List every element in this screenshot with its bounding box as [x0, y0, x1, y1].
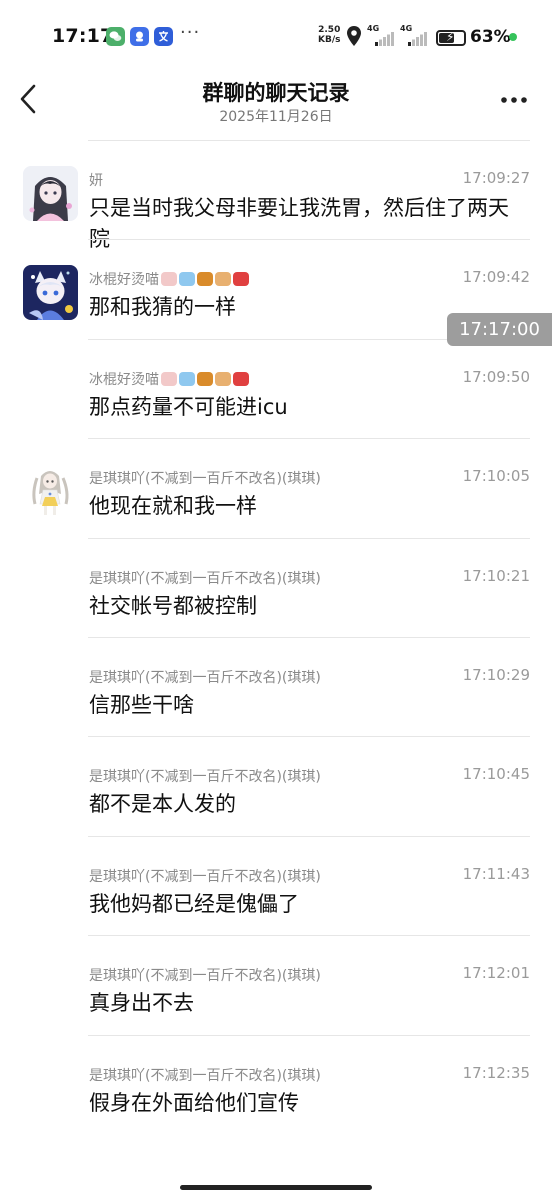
header: 群聊的聊天记录 2025年11月26日 — [0, 72, 552, 140]
message-sender-name: 是琪琪吖(不减到一百斤不改名)(琪琪) — [89, 570, 321, 587]
message-text[interactable]: 真身出不去 — [89, 988, 529, 1019]
message-sender-name: 冰棍好烫喵 — [89, 371, 159, 388]
message-text[interactable]: 都不是本人发的 — [89, 789, 529, 820]
page-date: 2025年11月26日 — [219, 109, 333, 125]
charging-bolt-icon: ⚡ — [446, 30, 455, 44]
more-options-button[interactable] — [498, 86, 530, 114]
battery-icon: ⚡ — [436, 30, 466, 46]
battery-percent: 63% — [470, 27, 511, 47]
dango-emoji-icon — [161, 272, 177, 287]
wechat-app-icon — [106, 27, 125, 46]
burger-emoji-icon — [197, 272, 213, 287]
message-sender: 是琪琪吖(不减到一百斤不改名)(琪琪) — [89, 866, 321, 886]
avatar-chibi[interactable] — [23, 464, 78, 520]
pill-emoji-icon — [233, 371, 249, 386]
message-divider — [88, 637, 530, 638]
message-divider — [88, 835, 530, 837]
ice-emoji-icon — [179, 272, 195, 287]
translate-app-icon — [154, 27, 173, 46]
message-row[interactable]: 是琪琪吖(不减到一百斤不改名)(琪琪) 17:10:45 都不是本人发的 — [0, 736, 552, 835]
noodle-emoji-icon — [215, 272, 231, 287]
message-row[interactable]: 是琪琪吖(不减到一百斤不改名)(琪琪) 17:10:05 他现在就和我一样 — [0, 438, 552, 537]
message-text[interactable]: 社交帐号都被控制 — [89, 591, 529, 622]
network-speed: 2.50 KB/s — [318, 25, 340, 45]
status-dot-icon — [509, 33, 517, 41]
message-sender: 是琪琪吖(不减到一百斤不改名)(琪琪) — [89, 568, 321, 588]
message-time: 17:12:01 — [462, 964, 530, 983]
message-divider — [88, 1034, 530, 1036]
message-sender: 是琪琪吖(不减到一百斤不改名)(琪琪) — [89, 766, 321, 786]
message-row[interactable]: 是琪琪吖(不减到一百斤不改名)(琪琪) 17:12:35 假身在外面给他们宣传 — [0, 1034, 552, 1134]
message-sender: 妍 — [89, 170, 103, 190]
message-sender-name: 是琪琪吖(不减到一百斤不改名)(琪琪) — [89, 769, 321, 786]
pill-emoji-icon — [233, 272, 249, 287]
message-sender-name: 妍 — [89, 173, 103, 189]
message-sender: 是琪琪吖(不减到一百斤不改名)(琪琪) — [89, 1065, 321, 1085]
message-time: 17:10:05 — [462, 467, 530, 486]
message-text[interactable]: 那点药量不可能进icu — [89, 392, 529, 423]
status-bar: 17:17 ··· 2.50 KB/s 4G 4G ⚡ 63% — [0, 0, 552, 72]
message-text[interactable]: 我他妈都已经是傀儡了 — [89, 889, 529, 920]
page-title: 群聊的聊天记录 — [202, 81, 350, 105]
message-row[interactable]: 冰棍好烫喵 17:09:50 那点药量不可能进icu — [0, 338, 552, 438]
message-divider — [88, 537, 530, 539]
message-row[interactable]: 妍 17:09:27 只是当时我父母非要让我洗胃，然后住了两天院 — [0, 140, 552, 251]
message-row[interactable]: 是琪琪吖(不减到一百斤不改名)(琪琪) 17:11:43 我他妈都已经是傀儡了 — [0, 835, 552, 935]
message-divider — [88, 239, 530, 241]
message-divider — [88, 140, 530, 141]
message-sender: 冰棍好烫喵 — [89, 369, 249, 389]
message-divider — [88, 438, 530, 440]
message-time: 17:10:21 — [462, 566, 530, 585]
message-time: 17:09:42 — [462, 268, 530, 287]
message-time: 17:09:27 — [462, 169, 530, 187]
message-row[interactable]: 是琪琪吖(不减到一百斤不改名)(琪琪) 17:10:21 社交帐号都被控制 — [0, 537, 552, 637]
message-time: 17:10:45 — [462, 765, 530, 784]
message-sender-name: 是琪琪吖(不减到一百斤不改名)(琪琪) — [89, 968, 321, 985]
signal-sim2-icon: 4G — [400, 24, 428, 46]
message-sender: 冰棍好烫喵 — [89, 269, 249, 289]
message-sender-name: 是琪琪吖(不减到一百斤不改名)(琪琪) — [89, 1067, 321, 1084]
more-dots-icon — [501, 97, 527, 103]
status-time: 17:17 — [52, 25, 114, 47]
noodle-emoji-icon — [215, 371, 231, 386]
message-text[interactable]: 假身在外面给他们宣传 — [89, 1088, 529, 1119]
home-indicator[interactable] — [180, 1185, 372, 1190]
message-sender: 是琪琪吖(不减到一百斤不改名)(琪琪) — [89, 965, 321, 985]
message-sender: 是琪琪吖(不减到一百斤不改名)(琪琪) — [89, 468, 321, 488]
avatar-girl[interactable] — [23, 166, 78, 221]
message-time: 17:10:29 — [462, 666, 530, 684]
message-time: 17:12:35 — [462, 1063, 530, 1082]
dango-emoji-icon — [161, 371, 177, 386]
message-text[interactable]: 他现在就和我一样 — [89, 491, 529, 522]
message-divider — [88, 736, 530, 738]
message-divider — [88, 935, 530, 937]
signal-sim1-icon: 4G — [367, 24, 395, 46]
message-time: 17:09:50 — [462, 367, 530, 386]
network-speed-value: 2.50 — [318, 25, 341, 35]
floating-timestamp: 17:17:00 — [447, 313, 552, 346]
avatar-anime[interactable] — [23, 265, 78, 321]
message-sender: 是琪琪吖(不减到一百斤不改名)(琪琪) — [89, 667, 321, 687]
message-time: 17:11:43 — [462, 864, 530, 883]
location-icon — [347, 26, 361, 50]
network-speed-unit: KB/s — [318, 35, 341, 45]
message-row[interactable]: 是琪琪吖(不减到一百斤不改名)(琪琪) 17:10:29 信那些干啥 — [0, 637, 552, 736]
chat-app-icon — [130, 27, 149, 46]
more-notifications-icon: ··· — [180, 22, 201, 43]
burger-emoji-icon — [197, 371, 213, 386]
message-sender-name: 是琪琪吖(不减到一百斤不改名)(琪琪) — [89, 471, 321, 488]
message-row[interactable]: 是琪琪吖(不减到一百斤不改名)(琪琪) 17:12:01 真身出不去 — [0, 935, 552, 1034]
message-text[interactable]: 信那些干啥 — [89, 690, 529, 721]
message-sender-name: 是琪琪吖(不减到一百斤不改名)(琪琪) — [89, 670, 321, 686]
message-sender-name: 冰棍好烫喵 — [89, 272, 159, 289]
message-sender-name: 是琪琪吖(不减到一百斤不改名)(琪琪) — [89, 868, 321, 885]
ice-emoji-icon — [179, 371, 195, 386]
